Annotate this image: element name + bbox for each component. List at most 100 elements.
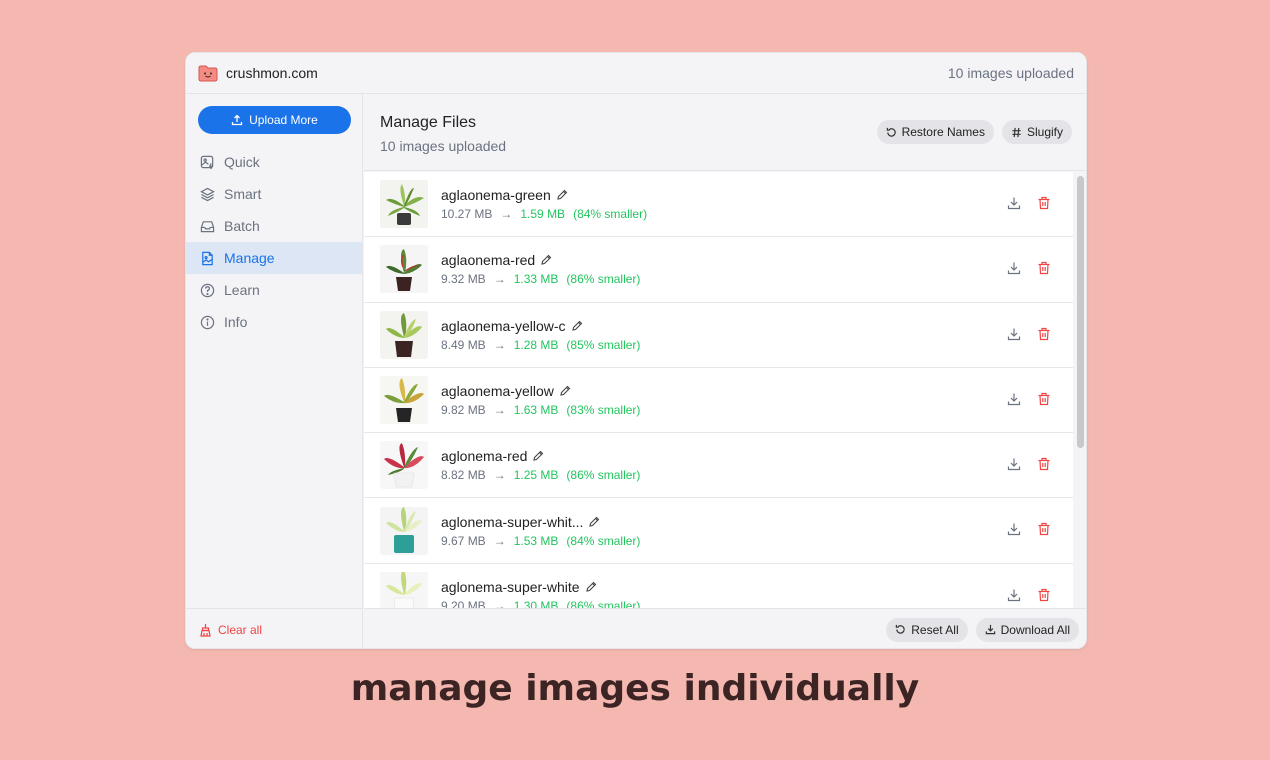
sidebar-item-smart[interactable]: Smart <box>186 178 362 210</box>
slugify-button[interactable]: Slugify <box>1001 120 1072 144</box>
file-name-row: aglaonema-green <box>441 187 647 203</box>
upload-more-button[interactable]: Upload More <box>198 106 351 134</box>
pencil-icon[interactable] <box>556 189 568 201</box>
hash-icon <box>1012 127 1021 137</box>
file-list-scrollbar[interactable] <box>1073 172 1086 608</box>
file-thumbnail <box>380 245 428 294</box>
original-size: 8.49 MB <box>441 337 486 352</box>
arrow-right-icon: → <box>493 468 506 483</box>
pencil-icon[interactable] <box>585 581 597 593</box>
header-actions: Restore Names Slugify <box>876 120 1072 144</box>
arrow-right-icon: → <box>493 337 506 352</box>
size-saving: (84% smaller) <box>573 207 648 222</box>
sidebar-item-label: Batch <box>224 218 260 234</box>
file-info: aglaonema-red 9.32 MB → 1.33 MB (86% sma… <box>441 252 640 286</box>
file-name: aglaonema-red <box>441 252 536 269</box>
uploaded-count: 10 images uploaded <box>947 65 1074 81</box>
title-bar: crushmon.com 10 images uploaded <box>186 53 1086 94</box>
upload-icon <box>231 114 243 126</box>
restore-names-button[interactable]: Restore Names <box>876 120 994 144</box>
pencil-icon[interactable] <box>559 385 571 397</box>
size-saving: (85% smaller) <box>566 337 641 352</box>
scrollbar-thumb[interactable] <box>1077 176 1084 448</box>
trash-icon[interactable] <box>1037 457 1051 471</box>
file-list: aglaonema-green 10.27 MB → 1.59 MB (84% … <box>364 172 1073 608</box>
sidebar-item-label: Quick <box>224 154 260 170</box>
sidebar-item-quick[interactable]: Quick <box>186 146 362 178</box>
sidebar-item-learn[interactable]: Learn <box>186 274 362 306</box>
sidebar-item-label: Info <box>224 314 248 330</box>
original-size: 9.20 MB <box>441 598 486 608</box>
original-size: 9.67 MB <box>441 533 486 548</box>
file-thumbnail <box>380 310 428 359</box>
download-all-label: Download All <box>1000 622 1070 637</box>
pencil-icon[interactable] <box>588 516 600 528</box>
site-name: crushmon.com <box>226 65 318 81</box>
pencil-icon[interactable] <box>571 320 583 332</box>
clear-all-button[interactable]: Clear all <box>186 608 363 648</box>
file-image-icon <box>202 251 213 265</box>
help-circle-icon <box>200 283 215 297</box>
main-header: Manage Files 10 images uploaded Restore … <box>364 94 1086 171</box>
file-sizes: 10.27 MB → 1.59 MB (84% smaller) <box>441 207 647 221</box>
compressed-size: 1.25 MB <box>513 468 559 483</box>
file-info: aglaonema-yellow 9.82 MB → 1.63 MB (83% … <box>441 383 640 417</box>
download-icon[interactable] <box>1007 588 1021 602</box>
arrow-right-icon: → <box>500 207 513 222</box>
trash-icon[interactable] <box>1037 588 1051 602</box>
file-name-row: aglaonema-yellow <box>441 383 640 399</box>
size-saving: (83% smaller) <box>566 403 641 418</box>
file-info: aglaonema-green 10.27 MB → 1.59 MB (84% … <box>441 187 647 221</box>
download-icon[interactable] <box>1007 196 1021 210</box>
file-sizes: 8.82 MB → 1.25 MB (86% smaller) <box>441 468 640 482</box>
main-panel: Manage Files 10 images uploaded Restore … <box>364 94 1086 608</box>
download-icon[interactable] <box>1007 457 1021 471</box>
reset-all-button[interactable]: Reset All <box>886 617 968 642</box>
size-saving: (84% smaller) <box>566 533 641 548</box>
row-actions <box>1007 196 1051 210</box>
pencil-icon[interactable] <box>540 254 552 266</box>
info-icon <box>200 315 215 329</box>
download-icon[interactable] <box>1007 392 1021 406</box>
trash-icon[interactable] <box>1037 327 1051 341</box>
inbox-icon <box>200 220 215 232</box>
sidebar-item-manage[interactable]: Manage <box>186 242 362 274</box>
page-title: Manage Files <box>380 114 477 131</box>
size-saving: (86% smaller) <box>566 272 641 287</box>
brand[interactable]: crushmon.com <box>198 64 318 82</box>
file-info: aglonema-super-white 9.20 MB → 1.30 MB (… <box>441 579 640 608</box>
download-icon[interactable] <box>1007 522 1021 536</box>
trash-icon[interactable] <box>1037 261 1051 275</box>
file-info: aglonema-red 8.82 MB → 1.25 MB (86% smal… <box>441 448 640 482</box>
size-saving: (86% smaller) <box>566 468 641 483</box>
trash-icon[interactable] <box>1037 196 1051 210</box>
download-icon[interactable] <box>1007 327 1021 341</box>
arrow-right-icon: → <box>493 272 506 287</box>
row-actions <box>1007 457 1051 471</box>
file-thumbnail <box>380 376 428 425</box>
restore-names-label: Restore Names <box>901 125 985 139</box>
clear-all-label: Clear all <box>218 622 263 637</box>
table-row: aglonema-red 8.82 MB → 1.25 MB (86% smal… <box>364 433 1073 499</box>
app-window: crushmon.com 10 images uploaded Upload M… <box>185 52 1087 649</box>
download-all-button[interactable]: Download All <box>975 617 1079 642</box>
sidebar: Upload More Quick Smart Batch Manage Lea… <box>186 94 363 608</box>
file-name: aglonema-red <box>441 448 528 465</box>
file-sizes: 8.49 MB → 1.28 MB (85% smaller) <box>441 338 640 352</box>
file-info: aglaonema-yellow-c 8.49 MB → 1.28 MB (85… <box>441 318 640 352</box>
sidebar-item-batch[interactable]: Batch <box>186 210 362 242</box>
original-size: 8.82 MB <box>441 468 486 483</box>
pencil-icon[interactable] <box>532 450 544 462</box>
file-sizes: 9.67 MB → 1.53 MB (84% smaller) <box>441 534 640 548</box>
download-icon[interactable] <box>1007 261 1021 275</box>
trash-icon[interactable] <box>1037 522 1051 536</box>
file-name: aglaonema-yellow-c <box>441 317 566 334</box>
reset-all-label: Reset All <box>911 622 959 637</box>
file-name-row: aglonema-super-whit... <box>441 514 640 530</box>
trash-icon[interactable] <box>1037 392 1051 406</box>
main-footer: Reset All Download All <box>364 608 1086 648</box>
arrow-right-icon: → <box>493 403 506 418</box>
file-thumbnail <box>380 506 428 555</box>
row-actions <box>1007 392 1051 406</box>
sidebar-item-info[interactable]: Info <box>186 306 362 338</box>
